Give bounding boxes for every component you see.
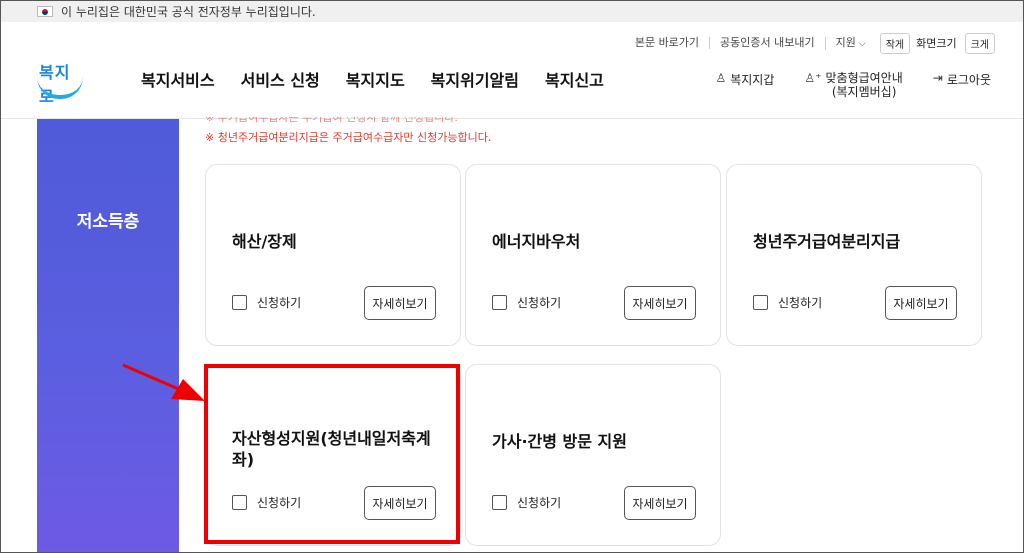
apply-label: 신청하기 (257, 296, 302, 310)
skip-to-content-link[interactable]: 본문 바로가기 (625, 37, 709, 49)
welfare-wallet-link[interactable]: ♙ 복지지갑 (715, 71, 774, 99)
card-title: 에너지바우처 (492, 232, 581, 251)
category-title: 저소득층 (76, 212, 140, 232)
apply-checkbox[interactable]: 신청하기 (492, 494, 561, 511)
custom-benefit-link[interactable]: ♙⁺ 맞춤형급여안내 (복지멤버십) (804, 71, 902, 99)
user-menu: ♙ 복지지갑 ♙⁺ 맞춤형급여안내 (복지멤버십) ⇥ 로그아웃 (685, 71, 991, 99)
service-card: 에너지바우처 신청하기 자세히보기 (465, 164, 721, 346)
service-card: 해산/장제 신청하기 자세히보기 (205, 164, 461, 346)
detail-button[interactable]: 자세히보기 (885, 286, 957, 320)
card-title: 가사·간병 방문 지원 (492, 432, 627, 451)
detail-button[interactable]: 자세히보기 (624, 486, 696, 520)
card-title: 해산/장제 (232, 232, 297, 251)
person-plus-icon: ♙⁺ (804, 71, 822, 85)
logout-icon: ⇥ (932, 71, 943, 85)
apply-checkbox[interactable]: 신청하기 (753, 294, 822, 311)
screen-size-label: 화면크기 (916, 37, 957, 50)
bokjiro-logo[interactable]: 복지로 (35, 57, 85, 106)
logout-link[interactable]: ⇥ 로그아웃 (933, 71, 991, 99)
apply-checkbox[interactable]: 신청하기 (232, 294, 301, 311)
utility-bar: 본문 바로가기 공동인증서 내보내기 지원 ⌵ 작게 화면크기 크게 (625, 32, 995, 54)
apply-label: 신청하기 (517, 296, 562, 310)
highlight-box (204, 364, 460, 544)
chevron-down-icon: ⌵ (858, 38, 866, 49)
nav-service-apply[interactable]: 서비스 신청 (241, 67, 320, 91)
card-title: 청년주거급여분리지급 (753, 232, 901, 251)
nav-crisis-alert[interactable]: 복지위기알림 (431, 67, 519, 91)
membership-label: (복지멤버십) (831, 85, 897, 99)
notice-partial: ※ 주거급여수급자는 주거급여 신청시 함께 신청됩니다. (205, 111, 458, 124)
nav-welfare-report[interactable]: 복지신고 (545, 67, 604, 91)
gov-banner-text: 이 누리집은 대한민국 공식 전자정부 누리집입니다. (61, 5, 316, 19)
browser-frame: 이 누리집은 대한민국 공식 전자정부 누리집입니다. 본문 바로가기 공동인증… (0, 0, 1024, 553)
welfare-wallet-label: 복지지갑 (730, 73, 775, 87)
support-dropdown[interactable]: 지원 ⌵ (824, 35, 876, 50)
korea-flag-icon (37, 6, 53, 17)
category-panel: 저소득층 (37, 119, 179, 552)
apply-label: 신청하기 (517, 496, 562, 510)
custom-benefit-label: 맞춤형급여안내 (825, 71, 903, 85)
checkbox-box[interactable] (232, 295, 247, 310)
notice-youth-housing: ※ 청년주거급여분리지급은 주거급여수급자만 신청가능합니다. (205, 131, 492, 144)
detail-button[interactable]: 자세히보기 (364, 286, 436, 320)
font-small-button[interactable]: 작게 (879, 32, 911, 54)
main-navigation: 복지서비스 서비스 신청 복지지도 복지위기알림 복지신고 (141, 67, 630, 91)
person-icon: ♙ (715, 71, 727, 85)
service-card: 청년주거급여분리지급 신청하기 자세히보기 (726, 164, 982, 346)
checkbox-box[interactable] (753, 295, 768, 310)
checkbox-box[interactable] (492, 495, 507, 510)
nav-welfare-services[interactable]: 복지서비스 (141, 67, 215, 91)
checkbox-box[interactable] (492, 295, 507, 310)
service-card: 가사·간병 방문 지원 신청하기 자세히보기 (465, 364, 721, 546)
support-label: 지원 (835, 35, 856, 49)
font-large-button[interactable]: 크게 (964, 32, 995, 54)
apply-label: 신청하기 (778, 296, 823, 310)
apply-checkbox[interactable]: 신청하기 (492, 294, 561, 311)
logout-label: 로그아웃 (946, 73, 991, 87)
red-arrow-icon (122, 363, 205, 401)
nav-welfare-map[interactable]: 복지지도 (346, 67, 405, 91)
detail-button[interactable]: 자세히보기 (624, 286, 696, 320)
gov-banner: 이 누리집은 대한민국 공식 전자정부 누리집입니다. (1, 1, 1023, 22)
cert-export-link[interactable]: 공동인증서 내보내기 (709, 37, 825, 49)
